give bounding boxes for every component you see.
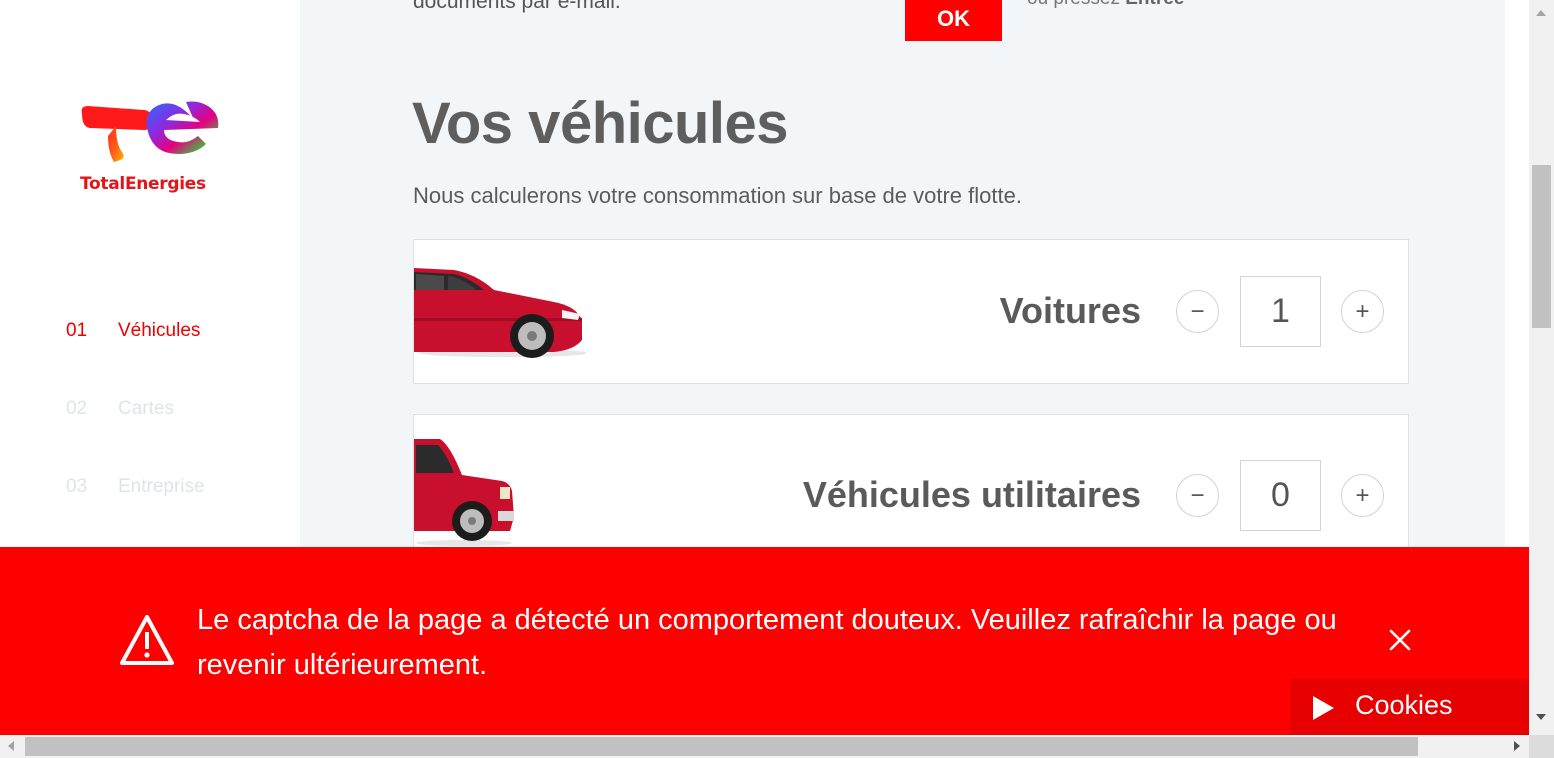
close-icon[interactable] <box>1383 623 1417 657</box>
hint-key: Entrée <box>1125 0 1184 9</box>
brand-name: TotalEnergies <box>80 174 206 194</box>
step-label: Entreprise <box>118 476 205 497</box>
vertical-scrollbar[interactable] <box>1529 0 1554 735</box>
cars-quantity-input[interactable]: 1 <box>1240 276 1321 347</box>
scroll-up-icon[interactable] <box>1536 10 1546 16</box>
step-label: Cartes <box>118 398 174 419</box>
page-subtitle: Nous calculerons votre consommation sur … <box>413 183 1022 208</box>
cookies-label: Cookies <box>1355 690 1453 720</box>
scrollbar-corner <box>1529 735 1554 758</box>
decrement-vans-button[interactable]: − <box>1176 474 1219 517</box>
horizontal-scrollbar[interactable] <box>0 735 1529 758</box>
alert-message: Le captcha de la page a détecté un compo… <box>197 604 1337 681</box>
increment-vans-button[interactable]: + <box>1341 474 1384 517</box>
vertical-scroll-thumb[interactable] <box>1532 165 1551 328</box>
step-entreprise[interactable]: 03 Entreprise <box>66 474 205 500</box>
horizontal-scroll-thumb[interactable] <box>25 737 1418 756</box>
red-van-icon <box>414 439 514 546</box>
page: TotalEnergies 01 Véhicules 02 Cartes 03 … <box>0 0 1554 758</box>
enter-hint: ou pressez Entrée <box>1027 0 1184 10</box>
cookies-button[interactable]: Cookies <box>1290 679 1529 735</box>
hint-prefix: ou pressez <box>1027 0 1125 9</box>
vans-quantity-input[interactable]: 0 <box>1240 460 1321 531</box>
step-vehicules[interactable]: 01 Véhicules <box>66 318 205 344</box>
increment-cars-button[interactable]: + <box>1341 290 1384 333</box>
warning-icon <box>120 615 174 665</box>
vehicle-type-label: Voitures <box>999 290 1141 331</box>
ok-button[interactable]: OK <box>905 0 1002 41</box>
red-car-icon <box>414 268 586 358</box>
page-title: Vos véhicules <box>412 91 789 156</box>
scroll-right-icon[interactable] <box>1514 741 1520 751</box>
scroll-down-icon[interactable] <box>1536 714 1546 720</box>
vehicle-type-label: Véhicules utilitaires <box>802 474 1141 515</box>
step-cartes[interactable]: 02 Cartes <box>66 396 205 422</box>
vehicle-card-cars: Voitures − 1 + <box>413 239 1409 384</box>
play-icon <box>1313 696 1334 720</box>
scroll-left-icon[interactable] <box>8 741 14 751</box>
decrement-cars-button[interactable]: − <box>1176 290 1219 333</box>
steps-nav: 01 Véhicules 02 Cartes 03 Entreprise <box>66 318 205 552</box>
email-note: documents par e-mail. <box>413 0 621 13</box>
step-number: 01 <box>66 320 88 341</box>
step-label: Véhicules <box>118 320 201 341</box>
step-number: 03 <box>66 476 88 497</box>
step-number: 02 <box>66 398 88 419</box>
